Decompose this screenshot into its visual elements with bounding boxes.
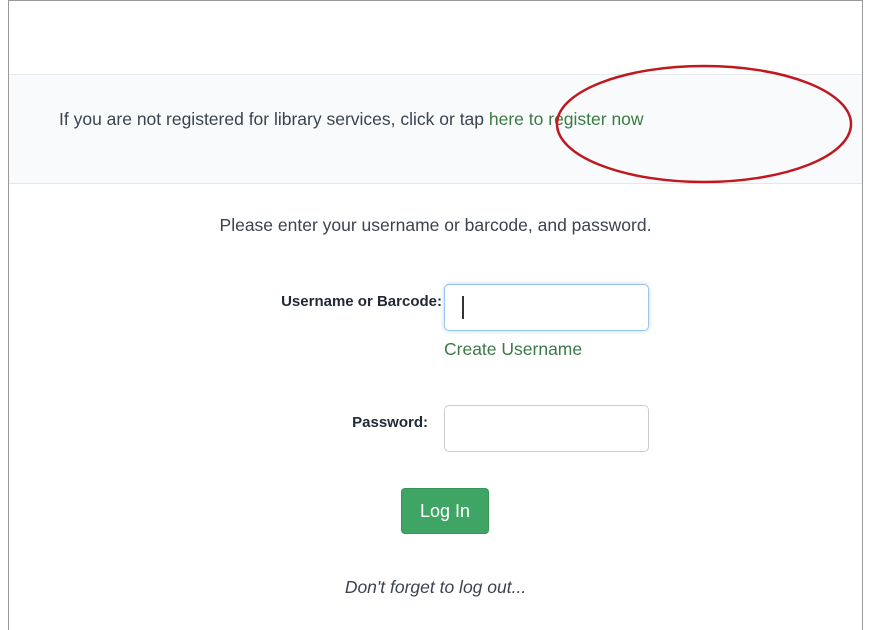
- password-input[interactable]: [444, 405, 649, 452]
- register-notice-band: If you are not registered for library se…: [9, 74, 862, 184]
- text-cursor: [462, 296, 464, 319]
- register-notice-text: If you are not registered for library se…: [59, 109, 489, 129]
- page-header-blank: [9, 1, 862, 74]
- password-label: Password:: [352, 414, 428, 431]
- create-username-link[interactable]: Create Username: [444, 339, 582, 360]
- username-label: Username or Barcode:: [281, 293, 442, 310]
- log-in-button[interactable]: Log In: [401, 488, 489, 534]
- login-instructions: Please enter your username or barcode, a…: [219, 215, 652, 235]
- login-page: If you are not registered for library se…: [8, 0, 863, 630]
- register-now-link[interactable]: here to register now: [489, 109, 644, 129]
- register-notice: If you are not registered for library se…: [59, 109, 644, 130]
- logout-reminder: Don't forget to log out...: [344, 577, 527, 597]
- username-input[interactable]: [444, 284, 649, 331]
